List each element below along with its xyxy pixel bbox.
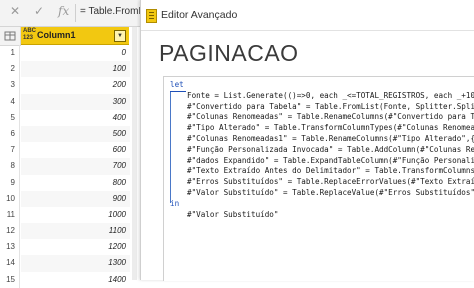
row-number: 11 [0, 206, 20, 224]
advanced-editor-window: Editor Avançado PAGINACAO let Fonte = Lis… [140, 0, 474, 281]
code-line: Fonte = List.Generate(()=>0, each _<=TOT… [187, 90, 474, 100]
table-row[interactable]: 8 700 [0, 158, 130, 175]
row-number: 7 [0, 142, 20, 159]
column-header[interactable]: ABC 123 Column1 ▼ [21, 27, 129, 45]
formula-separator [75, 4, 76, 22]
table-row[interactable]: 7 600 [0, 142, 130, 159]
code-line: let [170, 80, 184, 89]
cell-value[interactable]: 800 [21, 175, 130, 191]
grid-header: ABC 123 Column1 ▼ [0, 27, 134, 46]
table-row[interactable]: 12 1100 [0, 223, 130, 240]
table-row[interactable]: 6 500 [0, 125, 130, 143]
row-number: 8 [0, 158, 20, 175]
cell-value[interactable]: 100 [21, 61, 130, 78]
cell-value[interactable]: 700 [21, 158, 130, 175]
vertical-scrollbar[interactable] [132, 27, 137, 280]
table-row[interactable]: 14 1300 [0, 255, 130, 272]
code-line: #"Texto Extraído Antes do Delimitador" =… [187, 166, 474, 176]
query-name: PAGINACAO [159, 40, 299, 66]
code-line: in [170, 198, 180, 208]
row-number: 6 [0, 125, 20, 143]
table-icon[interactable] [0, 27, 21, 46]
close-x-icon[interactable]: ✕ [10, 4, 20, 18]
table-row[interactable]: 2 100 [0, 61, 130, 78]
row-number: 4 [0, 93, 20, 110]
row-number: 3 [0, 77, 20, 94]
row-number: 13 [0, 239, 20, 256]
table-row[interactable]: 10 [0, 45, 130, 62]
row-number: 14 [0, 255, 20, 272]
cell-value[interactable]: 500 [21, 125, 130, 143]
row-number: 2 [0, 61, 20, 78]
row-number: 12 [0, 223, 20, 240]
data-grid: ABC 123 Column1 ▼ 1 0 2 100 3 200 4 300 5 400 6 500… [0, 27, 134, 288]
table-row[interactable]: 9 800 [0, 174, 130, 191]
table-row[interactable]: 4 300 [0, 93, 130, 110]
column-type-icon[interactable]: ABC 123 [23, 28, 36, 42]
table-row[interactable]: 11 1000 [0, 206, 130, 224]
cell-value[interactable]: 200 [21, 77, 130, 93]
dropdown-filter-icon[interactable]: ▼ [114, 30, 126, 42]
code-line: #"Colunas Renomeadas" = Table.RenameColu… [187, 112, 474, 122]
formula-bar: ✕ ✓ fx = Table.FromL [0, 0, 140, 27]
cell-value[interactable]: 600 [21, 142, 130, 158]
window-title: Editor Avançado [161, 9, 238, 21]
row-number: 1 [0, 45, 20, 62]
fx-icon[interactable]: fx [58, 4, 69, 18]
code-lines: let Fonte = List.Generate(()=>0, each _<=… [170, 80, 474, 220]
table-row[interactable]: 3 200 [0, 77, 130, 94]
code-line: #"Função Personalizada Invocada" = Table… [187, 144, 474, 154]
title-bar: Editor Avançado [141, 0, 474, 31]
cell-value[interactable]: 1300 [21, 255, 130, 272]
row-number: 5 [0, 109, 20, 126]
code-line: #"Valor Substituído" = Table.ReplaceValu… [187, 187, 474, 197]
check-icon[interactable]: ✓ [34, 4, 44, 18]
code-editor[interactable]: let Fonte = List.Generate(()=>0, each _<=… [163, 76, 474, 281]
code-line: #"dados Expandido" = Table.ExpandTableCo… [187, 155, 474, 165]
table-row[interactable]: 5 400 [0, 109, 130, 126]
code-line: #"Colunas Renomeadas1" = Table.RenameCol… [187, 133, 474, 143]
cell-value[interactable]: 400 [21, 110, 130, 126]
cell-value[interactable]: 1100 [21, 223, 130, 240]
table-row[interactable]: 13 1200 [0, 239, 130, 256]
table-row[interactable]: 10 900 [0, 190, 130, 207]
code-line: #"Convertido para Tabela" = Table.FromLi… [187, 101, 474, 111]
row-number: 10 [0, 190, 20, 207]
formula-text[interactable]: = Table.FromL [80, 6, 140, 17]
cell-value[interactable]: 300 [21, 93, 130, 110]
column-name: Column1 [37, 30, 76, 40]
cell-value[interactable]: 900 [21, 190, 130, 207]
code-line: #"Valor Substituído" [187, 209, 279, 219]
cell-value[interactable]: 0 [21, 45, 130, 61]
cell-value[interactable]: 1200 [21, 239, 130, 255]
grid-rows: 1 0 2 100 3 200 4 300 5 400 6 500 7 600 8 700 9 800 10 900 1… [0, 45, 130, 288]
cell-value[interactable]: 1000 [21, 207, 130, 223]
row-number: 9 [0, 174, 20, 191]
code-line: #"Erros Substituídos" = Table.ReplaceErr… [187, 177, 474, 187]
power-query-icon [146, 9, 157, 23]
code-line: #"Tipo Alterado" = Table.TransformColumn… [187, 123, 474, 133]
